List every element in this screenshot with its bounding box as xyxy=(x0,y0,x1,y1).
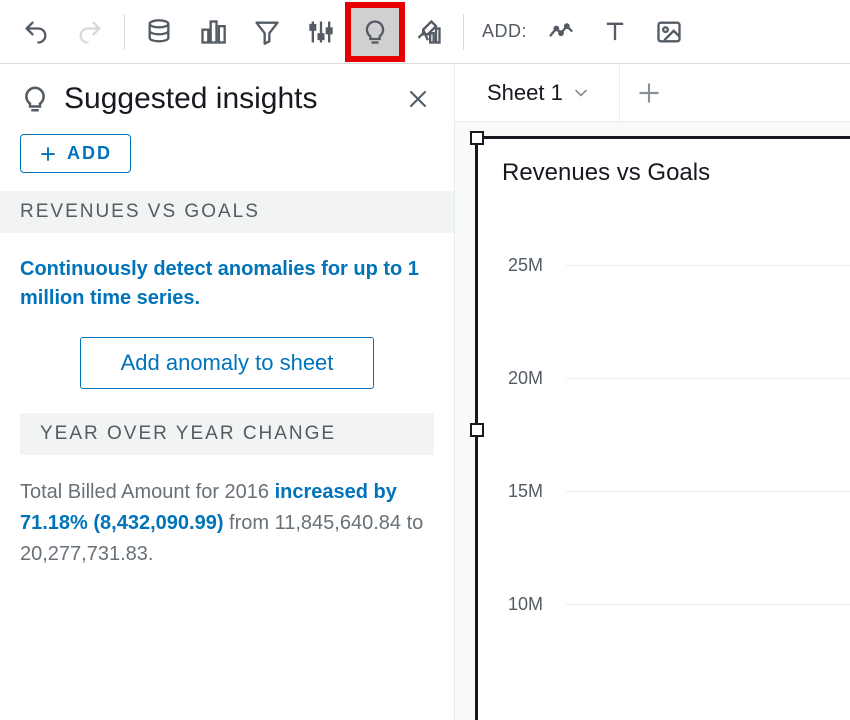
sliders-icon xyxy=(307,18,335,46)
toolbar-add-label: ADD: xyxy=(482,21,527,42)
database-icon xyxy=(145,18,173,46)
close-icon xyxy=(406,87,430,111)
chart-title: Revenues vs Goals xyxy=(478,139,850,195)
yoy-prefix: Total Billed Amount for 2016 xyxy=(20,481,275,503)
pencil-chart-icon xyxy=(415,18,443,46)
gridline xyxy=(566,265,850,266)
gridline xyxy=(566,491,850,492)
actions-button[interactable] xyxy=(405,8,453,56)
filter-icon xyxy=(253,18,281,46)
resize-handle-middle-left[interactable] xyxy=(470,423,484,437)
lightbulb-icon xyxy=(20,84,50,114)
redo-icon xyxy=(76,18,104,46)
add-insight-button[interactable]: ADD xyxy=(20,134,131,173)
tab-label: Sheet 1 xyxy=(487,80,563,106)
yoy-text: Total Billed Amount for 2016 increased b… xyxy=(20,477,434,570)
chart-visual[interactable]: Revenues vs Goals 25M 20M 15M 10M xyxy=(475,136,850,720)
add-visual-button[interactable] xyxy=(537,8,585,56)
section-header-yoy: YEAR OVER YEAR CHANGE xyxy=(20,413,434,455)
gridline xyxy=(566,378,850,379)
image-icon xyxy=(655,18,683,46)
resize-handle-top-left[interactable] xyxy=(470,131,484,145)
y-tick: 10M xyxy=(508,594,543,615)
close-sidebar-button[interactable] xyxy=(402,83,434,115)
add-anomaly-button[interactable]: Add anomaly to sheet xyxy=(80,337,375,389)
sidebar-title: Suggested insights xyxy=(64,82,388,116)
tab-sheet1[interactable]: Sheet 1 xyxy=(455,64,620,121)
lightbulb-icon xyxy=(361,18,389,46)
y-tick: 25M xyxy=(508,255,543,276)
anomaly-insight: Continuously detect anomalies for up to … xyxy=(0,233,454,413)
parameters-button[interactable] xyxy=(297,8,345,56)
add-button-label: ADD xyxy=(67,143,112,164)
sheet-tabs: Sheet 1 xyxy=(455,64,850,122)
visualize-button[interactable] xyxy=(189,8,237,56)
add-sheet-button[interactable] xyxy=(620,64,678,122)
insights-button[interactable] xyxy=(351,8,399,56)
undo-button[interactable] xyxy=(12,8,60,56)
line-chart-icon xyxy=(547,18,575,46)
toolbar-separator xyxy=(124,14,125,50)
y-tick: 20M xyxy=(508,368,543,389)
toolbar-separator xyxy=(463,14,464,50)
data-button[interactable] xyxy=(135,8,183,56)
text-icon xyxy=(601,18,629,46)
y-tick: 15M xyxy=(508,481,543,502)
sidebar-header: Suggested insights xyxy=(0,64,454,126)
add-text-button[interactable] xyxy=(591,8,639,56)
yoy-insight: Total Billed Amount for 2016 increased b… xyxy=(0,455,454,594)
filter-button[interactable] xyxy=(243,8,291,56)
insights-sidebar: Suggested insights ADD REVENUES VS GOALS… xyxy=(0,64,455,720)
chevron-down-icon xyxy=(571,83,591,103)
undo-icon xyxy=(22,18,50,46)
anomaly-description: Continuously detect anomalies for up to … xyxy=(20,255,434,313)
section-header-anomaly: REVENUES VS GOALS xyxy=(0,191,454,233)
bar-chart-icon xyxy=(199,18,227,46)
plus-icon xyxy=(636,80,662,106)
main-area: Suggested insights ADD REVENUES VS GOALS… xyxy=(0,64,850,720)
plus-icon xyxy=(39,145,57,163)
add-image-button[interactable] xyxy=(645,8,693,56)
canvas-area: Sheet 1 Revenues vs Goals 25M 20M 15M 10… xyxy=(455,64,850,720)
gridline xyxy=(566,604,850,605)
toolbar: ADD: xyxy=(0,0,850,64)
redo-button[interactable] xyxy=(66,8,114,56)
